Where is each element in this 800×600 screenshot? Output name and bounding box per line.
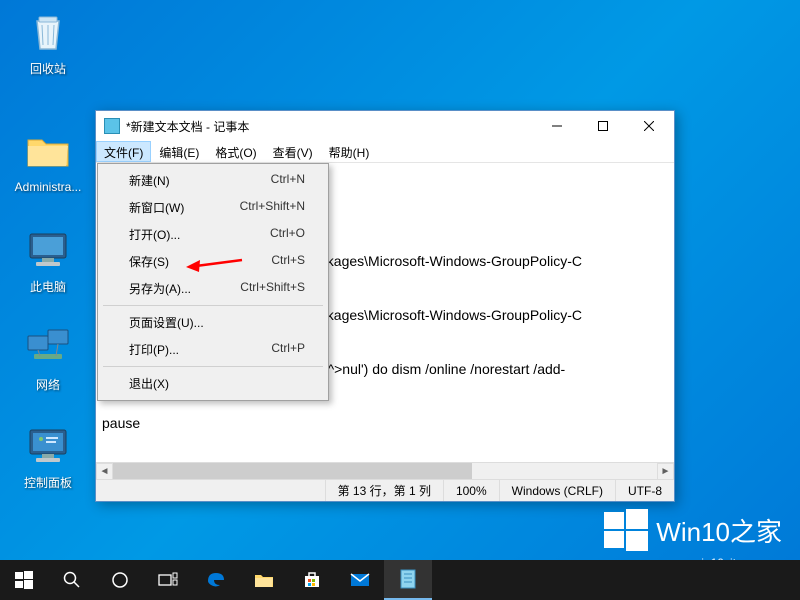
notepad-task-button[interactable] (384, 560, 432, 600)
menu-print[interactable]: 打印(P)...Ctrl+P (101, 336, 325, 363)
menu-help[interactable]: 帮助(H) (321, 141, 378, 162)
annotation-arrow-icon (184, 254, 244, 274)
menubar: 文件(F) 编辑(E) 格式(O) 查看(V) 帮助(H) (96, 141, 674, 163)
icon-label: 此电脑 (10, 278, 86, 295)
taskview-icon (158, 572, 178, 588)
menu-exit[interactable]: 退出(X) (101, 370, 325, 397)
store-button[interactable] (288, 560, 336, 600)
menu-open[interactable]: 打开(O)...Ctrl+O (101, 221, 325, 248)
minimize-button[interactable] (534, 111, 580, 141)
editor-line: pause (102, 415, 140, 431)
search-icon (63, 571, 81, 589)
scroll-right-icon[interactable]: ► (657, 463, 674, 480)
network-icon[interactable]: 网络 (10, 324, 86, 393)
status-zoom: 100% (443, 480, 499, 501)
folder-icon (254, 572, 274, 588)
close-button[interactable] (626, 111, 672, 141)
watermark-text: Win10之家 (656, 512, 782, 549)
start-button[interactable] (0, 560, 48, 600)
mail-icon (350, 572, 370, 588)
recycle-bin-icon[interactable]: 回收站 (10, 8, 86, 77)
folder-icon (24, 128, 72, 176)
watermark: Win10之家 www.win10xitong.com (604, 508, 782, 552)
statusbar: 第 13 行，第 1 列 100% Windows (CRLF) UTF-8 (96, 479, 674, 501)
separator (103, 366, 323, 367)
menu-new[interactable]: 新建(N)Ctrl+N (101, 167, 325, 194)
windows-start-icon (15, 571, 33, 589)
trash-icon (24, 8, 72, 56)
status-encoding: UTF-8 (615, 480, 674, 501)
explorer-button[interactable] (240, 560, 288, 600)
network-screens-icon (24, 324, 72, 372)
admin-folder-icon[interactable]: Administra... (10, 128, 86, 194)
taskbar (0, 560, 800, 600)
status-position: 第 13 行，第 1 列 (325, 480, 443, 501)
mail-button[interactable] (336, 560, 384, 600)
icon-label: Administra... (10, 180, 86, 194)
notepad-app-icon (104, 118, 120, 134)
store-icon (303, 571, 321, 589)
icon-label: 控制面板 (10, 474, 86, 491)
edge-button[interactable] (192, 560, 240, 600)
editor-line: ackages\Microsoft-Windows-GroupPolicy-C (312, 253, 582, 269)
computer-icon (24, 226, 72, 274)
menu-format[interactable]: 格式(O) (207, 141, 264, 162)
separator (103, 305, 323, 306)
cortana-button[interactable] (96, 560, 144, 600)
maximize-button[interactable] (580, 111, 626, 141)
scroll-left-icon[interactable]: ◄ (96, 463, 113, 480)
horizontal-scrollbar[interactable]: ◄ ► (96, 462, 674, 479)
edge-icon (206, 570, 226, 590)
control-panel-icon[interactable]: 控制面板 (10, 422, 86, 491)
menu-save-as[interactable]: 另存为(A)...Ctrl+Shift+S (101, 275, 325, 302)
window-title: *新建文本文档 - 记事本 (126, 118, 534, 135)
icon-label: 网络 (10, 376, 86, 393)
menu-edit[interactable]: 编辑(E) (151, 141, 207, 162)
titlebar[interactable]: *新建文本文档 - 记事本 (96, 111, 674, 141)
menu-new-window[interactable]: 新窗口(W)Ctrl+Shift+N (101, 194, 325, 221)
status-line-ending: Windows (CRLF) (499, 480, 615, 501)
notepad-icon (400, 569, 416, 589)
menu-file[interactable]: 文件(F) (96, 141, 151, 162)
editor-line: ackages\Microsoft-Windows-GroupPolicy-C (312, 307, 582, 323)
menu-view[interactable]: 查看(V) (265, 141, 321, 162)
icon-label: 回收站 (10, 60, 86, 77)
scroll-track[interactable] (113, 463, 657, 479)
this-pc-icon[interactable]: 此电脑 (10, 226, 86, 295)
desktop: 回收站 Administra... 此电脑 网络 控制面板 *新建文本文档 - … (0, 0, 800, 600)
editor-line: t 2^>nul') do dism /online /norestart /a… (312, 361, 565, 377)
cortana-icon (111, 571, 129, 589)
search-button[interactable] (48, 560, 96, 600)
scroll-thumb[interactable] (113, 463, 472, 479)
control-panel-screen-icon (24, 422, 72, 470)
taskview-button[interactable] (144, 560, 192, 600)
file-menu-dropdown: 新建(N)Ctrl+N 新窗口(W)Ctrl+Shift+N 打开(O)...C… (97, 163, 329, 401)
menu-page-setup[interactable]: 页面设置(U)... (101, 309, 325, 336)
windows-logo-icon (604, 508, 648, 552)
